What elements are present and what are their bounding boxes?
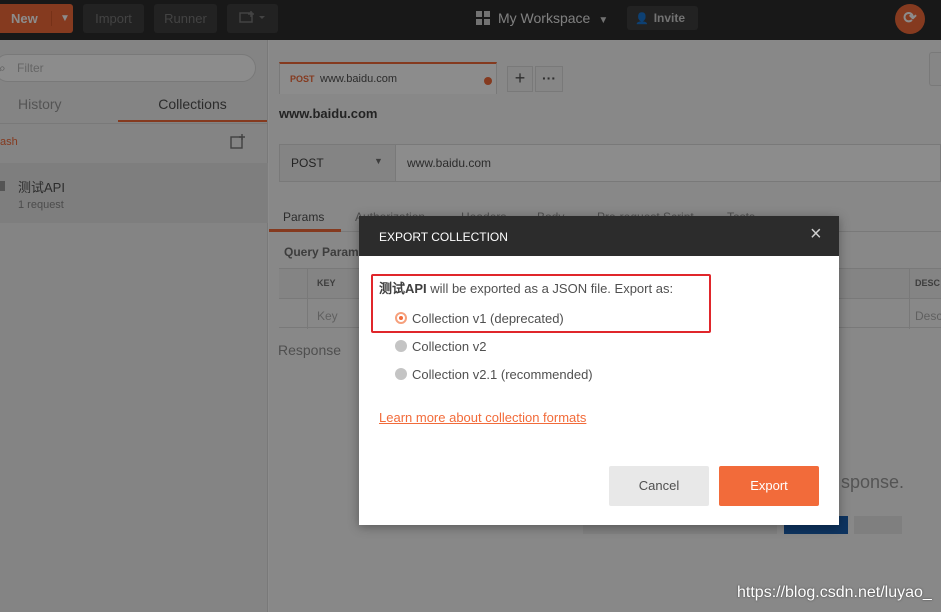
learn-more-link[interactable]: Learn more about collection formats (379, 410, 586, 425)
radio-selected-icon[interactable] (395, 312, 407, 324)
option-label: Collection v2 (412, 339, 487, 354)
radio-icon[interactable] (395, 340, 407, 352)
export-collection-dialog: EXPORT COLLECTION × 测试API will be export… (359, 216, 839, 525)
watermark: https://blog.csdn.net/luyao_ (737, 584, 932, 601)
close-icon[interactable]: × (810, 224, 822, 244)
option-label: Collection v1 (deprecated) (412, 311, 564, 326)
option-label: Collection v2.1 (recommended) (412, 367, 593, 382)
radio-icon[interactable] (395, 368, 407, 380)
dialog-header: EXPORT COLLECTION × (359, 216, 839, 256)
export-button[interactable]: Export (719, 466, 819, 506)
dialog-title: EXPORT COLLECTION (379, 230, 508, 244)
cancel-button[interactable]: Cancel (609, 466, 709, 506)
